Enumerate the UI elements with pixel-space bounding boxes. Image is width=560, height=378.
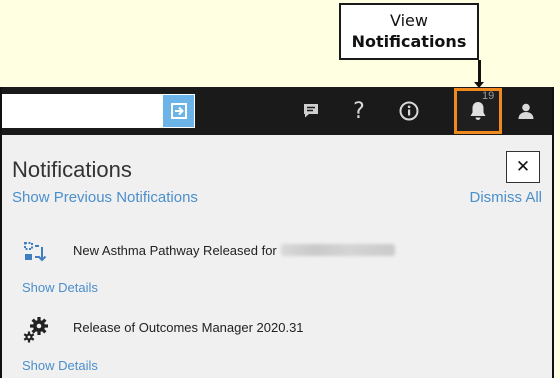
callout-pointer-line bbox=[478, 60, 481, 84]
view-notifications-callout: View Notifications bbox=[339, 3, 479, 60]
callout-line-2: Notifications bbox=[351, 32, 467, 51]
callout-line-1: View bbox=[390, 11, 428, 30]
app-frame-border bbox=[0, 87, 554, 378]
